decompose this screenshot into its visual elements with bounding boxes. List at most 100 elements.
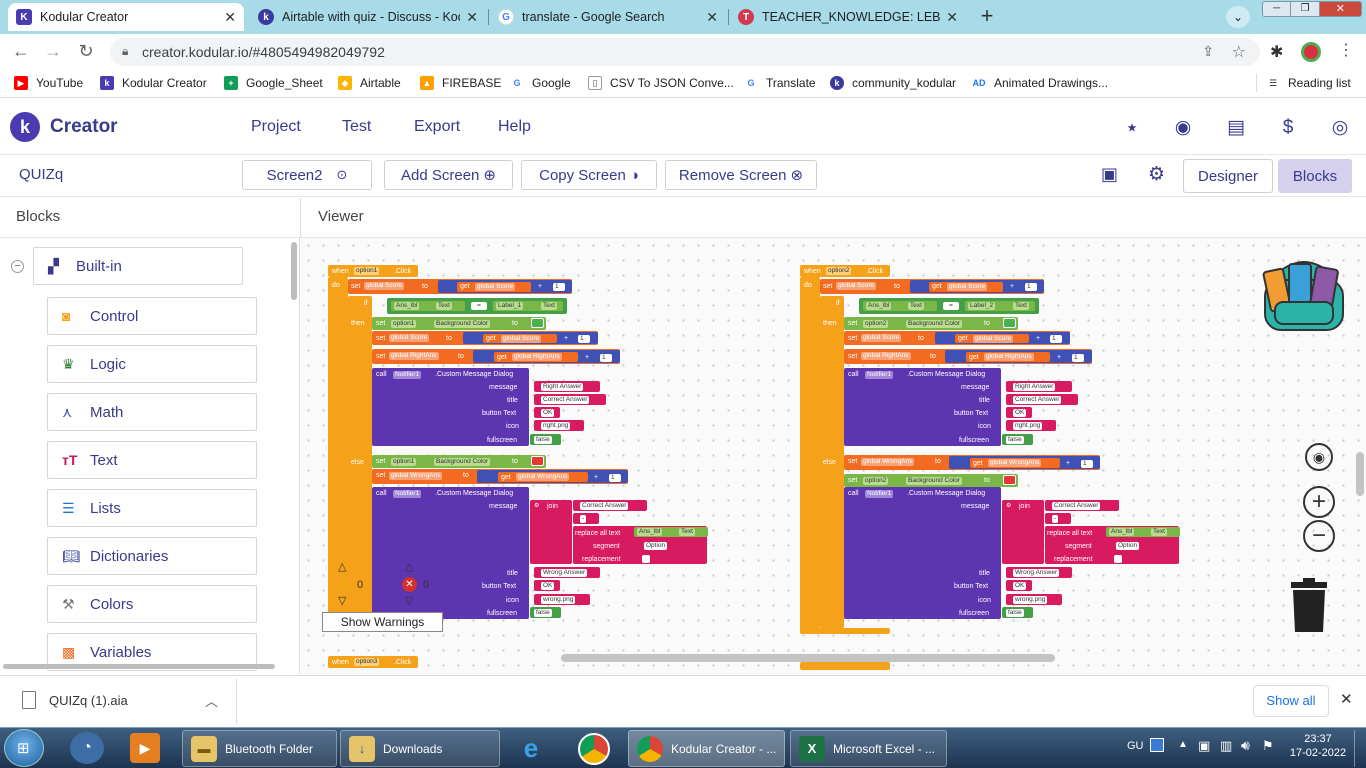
network-icon[interactable]: ▥ (1220, 738, 1232, 754)
text-value[interactable]: Right Answer (541, 383, 584, 391)
color-red-block[interactable] (1003, 475, 1016, 485)
tab-search-icon[interactable]: ⌄ (1226, 6, 1250, 28)
number-1[interactable]: 1 (1025, 283, 1037, 291)
close-download-bar-icon[interactable]: ✕ (1340, 690, 1353, 708)
component-label[interactable]: Label_2 (968, 302, 996, 310)
var-global-rightans[interactable]: global RightAns (389, 352, 439, 360)
logic-value[interactable]: false (1006, 436, 1024, 444)
taskbar-kodular-creator[interactable]: Kodular Creator - ... (628, 730, 785, 767)
close-tab-icon[interactable]: ✕ (946, 9, 958, 26)
equals-operator[interactable]: = (943, 302, 959, 310)
bookmark-csv-json[interactable]: ▯ CSV To JSON Conve... (588, 76, 734, 90)
var-global-wrongans[interactable]: global WrongAns (516, 473, 570, 481)
bookmark-firebase[interactable]: ▲ FIREBASE (420, 76, 501, 90)
property-bgcolor[interactable]: Background Color (906, 477, 963, 485)
tab-google-search[interactable]: G translate - Google Search ✕ (490, 3, 726, 31)
internet-explorer-icon[interactable]: e (514, 733, 548, 765)
bookmark-animated-drawings[interactable]: AD Animated Drawings... (972, 76, 1108, 90)
keyboard-layout-icon[interactable] (1150, 738, 1164, 752)
designer-button[interactable]: Designer (1183, 159, 1273, 193)
quicklaunch-media-icon[interactable]: ◔ (70, 732, 104, 764)
property-text[interactable]: Text (1013, 302, 1029, 310)
component-option[interactable]: option2 (863, 477, 889, 485)
var-global-score[interactable]: global Score (947, 283, 988, 291)
text-value[interactable]: OK (1013, 409, 1027, 417)
app-logo-text[interactable]: Creator (50, 116, 118, 138)
property-bgcolor[interactable]: Background Color (434, 458, 491, 466)
var-global-wrongans[interactable]: global WrongAns (861, 458, 915, 466)
number-1[interactable]: 1 (600, 354, 612, 362)
tab-teacher-knowledge[interactable]: T TEACHER_KNOWLEDGE: LEB_2 - ✕ (730, 3, 966, 31)
text-value[interactable]: Correct Answer (541, 396, 590, 404)
remove-screen-button[interactable]: Remove Screen ⊗ (665, 160, 817, 190)
var-global-wrongans[interactable]: global WrongAns (988, 459, 1042, 467)
text-value[interactable]: Option (1116, 542, 1140, 550)
color-green-block[interactable] (1003, 318, 1016, 328)
close-tab-icon[interactable]: ✕ (706, 9, 718, 26)
share-icon[interactable]: ⇪ (1202, 43, 1214, 60)
notifier-custom-dialog-then[interactable] (372, 368, 529, 446)
copy-screen-button[interactable]: Copy Screen ◑ (521, 160, 657, 190)
reload-button[interactable]: ↻ (75, 41, 97, 62)
bookmark-community-kodular[interactable]: k community_kodular (830, 76, 956, 90)
color-green-block[interactable] (531, 318, 544, 328)
var-global-score[interactable]: global Score (973, 335, 1014, 343)
clock[interactable]: 23:37 17-02-2022 (1288, 733, 1348, 759)
errors-down-arrow[interactable]: ▽ (405, 594, 413, 607)
download-file-name[interactable]: QUIZq (1).aia (49, 693, 128, 708)
text-value[interactable]: OK (541, 409, 555, 417)
bookmark-kodular[interactable]: k Kodular Creator (100, 76, 207, 90)
back-button[interactable]: ← (10, 41, 32, 62)
var-global-rightans[interactable]: global RightAns (512, 353, 562, 361)
trash-can-icon[interactable] (1289, 578, 1329, 634)
property-text[interactable]: Text (436, 302, 452, 310)
property-text[interactable]: Text (679, 528, 695, 536)
component-notifier[interactable]: Notifier1 (393, 371, 422, 379)
var-global-score[interactable]: global Score (836, 282, 877, 290)
component-ans-lbl[interactable]: Ans_lbl (1109, 528, 1135, 536)
color-red-block[interactable] (531, 456, 544, 466)
quicklaunch-player-icon[interactable]: ▶ (130, 733, 160, 763)
var-global-wrongans[interactable]: global WrongAns (389, 472, 443, 480)
number-1[interactable]: 1 (609, 474, 621, 482)
event-component[interactable]: option2 (826, 267, 852, 275)
component-notifier[interactable]: Notifier1 (865, 371, 894, 379)
bookmark-translate[interactable]: G Translate (744, 76, 816, 90)
collapse-minus-icon[interactable]: − (11, 260, 24, 273)
component-option[interactable]: option1 (391, 320, 417, 328)
gallery-image-icon[interactable]: ▣ (1101, 164, 1118, 185)
logic-value[interactable]: false (1006, 609, 1024, 617)
blocks-panel-hscrollbar[interactable] (3, 664, 275, 669)
text-value[interactable]: Wrong Answer (1013, 569, 1060, 577)
text-value[interactable]: right.png (1013, 422, 1043, 430)
property-text[interactable]: Text (908, 302, 924, 310)
zoom-out-icon[interactable]: − (1303, 520, 1335, 552)
new-tab-button[interactable]: + (974, 4, 1000, 30)
logic-value[interactable]: false (534, 436, 552, 444)
workspace-hscrollbar[interactable] (561, 654, 1055, 662)
chevron-up-icon[interactable]: ︿ (205, 691, 218, 710)
text-value[interactable] (1114, 555, 1122, 563)
category-lists[interactable]: ☰ Lists (47, 489, 257, 527)
var-global-rightans[interactable]: global RightAns (984, 353, 1034, 361)
category-text[interactable]: тT Text (47, 441, 257, 479)
tab-kodular-creator[interactable]: K Kodular Creator ✕ (8, 3, 244, 31)
bookmark-star-icon[interactable]: ☆ (1232, 42, 1246, 62)
show-warnings-button[interactable]: Show Warnings (322, 612, 443, 632)
reading-list-button[interactable]: ☰ Reading list (1266, 76, 1351, 90)
text-value[interactable]: wrong.png (1013, 596, 1048, 604)
component-notifier[interactable]: Notifier1 (393, 490, 422, 498)
taskbar-bluetooth-folder[interactable]: ▬ Bluetooth Folder (182, 730, 337, 767)
property-text[interactable]: Text (541, 302, 557, 310)
var-global-score[interactable]: global Score (861, 334, 902, 342)
extensions-icon[interactable]: ✱ (1270, 42, 1283, 62)
property-text[interactable]: Text (1151, 528, 1167, 536)
blocks-workspace[interactable]: when option1 .Click do set global Score … (301, 238, 1366, 674)
zoom-in-icon[interactable]: + (1303, 486, 1335, 518)
event-partial-block[interactable] (800, 662, 890, 670)
settings-gear-icon[interactable]: ⚙ (1148, 163, 1165, 186)
minimize-button[interactable]: ─ (1263, 2, 1291, 16)
text-value[interactable]: wrong.png (541, 596, 576, 604)
text-value[interactable]: - (580, 515, 587, 523)
kodular-logo-icon[interactable]: k (10, 112, 40, 142)
